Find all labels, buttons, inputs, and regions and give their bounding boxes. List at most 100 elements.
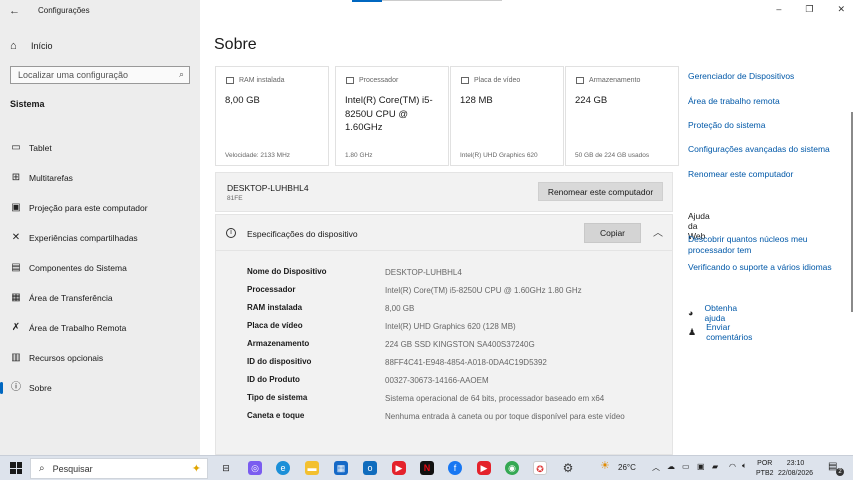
outlook-icon[interactable]: o [363,461,377,475]
link-remote-desktop[interactable]: Área de trabalho remota [688,96,780,106]
volume-icon[interactable]: 🔈︎ [742,461,747,471]
home-icon: ⌂ [10,40,17,52]
projection-icon: ▣ [11,202,21,213]
chevron-up-icon[interactable]: ︿ [652,462,660,473]
usb-icon[interactable]: ▭ [682,462,690,471]
start-button[interactable] [10,462,22,474]
card-ram: RAM instalada 8,00 GB Velocidade: 2133 M… [215,66,329,166]
sidebar-item-label: Área de Transferência [29,293,113,303]
sidebar-item-label: Componentes do Sistema [29,263,127,273]
folder-icon[interactable]: ▬ [305,461,319,475]
card-value: 128 MB [460,95,493,106]
sidebar-item-label: Área de Trabalho Remota [29,323,127,333]
link-device-manager[interactable]: Gerenciador de Dispositivos [688,71,794,81]
taskbar: ⌕ Pesquisar ✦ ⊟ ◎ e ▬ ▦ o ▶ N f ▶ ◉ ✪ ⚙ … [0,455,853,480]
link-cpu-cores-cont[interactable]: processador tem [688,245,751,255]
chrome-icon[interactable]: ◉ [505,461,519,475]
chevron-up-icon[interactable]: ︿ [653,224,663,239]
card-gpu: Placa de vídeo 128 MB Intel(R) UHD Graph… [450,66,564,166]
search-placeholder: Localizar uma configuração [18,70,129,80]
search-icon[interactable]: ⌕ [179,69,184,80]
weather-icon[interactable]: ☀ [600,459,610,472]
card-label: Processador [359,77,399,84]
time: 23:10 [786,460,805,467]
sidebar-item-projection[interactable]: ▣ Projeção para este computador [10,201,195,215]
cloud-icon[interactable]: ☁ [667,462,675,471]
get-help-link[interactable]: ◕ Obtenha ajuda [688,303,741,323]
sidebar-item-about[interactable]: ⓘ Sobre [0,381,195,395]
settings-search-input[interactable]: Localizar uma configuração ⌕ [10,66,190,84]
rename-computer-button[interactable]: Renomear este computador [538,182,663,201]
clock[interactable]: 23:10 22/08/2026 [778,459,813,479]
tablet-icon: ▭ [11,142,21,153]
card-sub: 50 GB de 224 GB usados [575,152,650,159]
minimize-icon[interactable]: – [776,4,781,15]
edge-icon[interactable]: e [276,461,290,475]
facebook-icon[interactable]: f [448,461,462,475]
sidebar-item-label: Recursos opcionais [29,353,104,363]
app-title: Configurações [38,6,90,15]
settings-gear-icon[interactable]: ⚙ [561,461,575,475]
window-controls: – ❐ ✕ [776,4,845,15]
main-panel: – ❐ ✕ Sobre RAM instalada 8,00 GB Veloci… [200,0,853,455]
link-advanced-settings[interactable]: Configurações avançadas do sistema [688,144,830,154]
maximize-icon[interactable]: ❐ [805,4,813,15]
sidebar-item-shared[interactable]: ✕ Experiências compartilhadas [10,231,195,245]
netflix-icon[interactable]: N [420,461,434,475]
battery-icon[interactable]: ▰ [712,462,718,471]
store-icon[interactable]: ▦ [334,461,348,475]
card-storage: Armazenamento 224 GB 50 GB de 224 GB usa… [565,66,679,166]
nav-home[interactable]: ⌂ Início [10,40,53,52]
link-cpu-cores[interactable]: Descobrir quantos núcleos meu [688,234,808,244]
spec-row: Nome do Dispositivo DESKTOP-LUHBHL4 [247,267,462,277]
card-label: Armazenamento [589,77,641,84]
sidebar-item-label: Experiências compartilhadas [29,233,138,243]
spec-row: Caneta e toque Nenhuma entrada à caneta o… [247,411,625,421]
help-icon: ◕ [688,308,694,318]
weather-temp[interactable]: 26°C [618,463,636,472]
device-name: DESKTOP-LUHBHL4 [227,183,309,193]
link-system-protection[interactable]: Proteção do sistema [688,120,765,130]
taskbar-search[interactable]: ⌕ Pesquisar ✦ [30,458,208,479]
app-tray-icon[interactable]: ▣ [697,462,705,471]
close-icon[interactable]: ✕ [837,4,845,15]
wifi-icon[interactable]: ◠ [729,462,736,471]
link-rename-computer[interactable]: Renomear este computador [688,169,793,179]
gpu-icon [461,77,469,84]
cpu-icon [346,77,354,84]
device-specs-header[interactable]: i Especificações do dispositivo Copiar ︿ [216,215,672,251]
sidebar-item-tablet[interactable]: ▭ Tablet [10,141,195,155]
sidebar-item-remote[interactable]: ✗ Área de Trabalho Remota [10,321,195,335]
spec-row: Armazenamento 224 GB SSD KINGSTON SA400S3… [247,339,535,349]
app-icon[interactable]: ✪ [533,461,547,475]
spec-row: RAM instalada 8,00 GB [247,303,415,313]
task-view-icon[interactable]: ⊟ [219,461,233,475]
clipboard-icon: ▦ [11,292,21,303]
sidebar-item-components[interactable]: ▤ Componentes do Sistema [10,261,195,275]
back-arrow-icon[interactable]: ← [9,5,20,17]
notification-badge: 2 [836,468,844,476]
shared-icon: ✕ [11,232,21,243]
youtube-icon[interactable]: ▶ [392,461,406,475]
sidebar-item-multitask[interactable]: ⊞ Multitarefas [10,171,195,185]
date: 22/08/2026 [778,470,814,477]
device-specs-title: Especificações do dispositivo [247,229,358,239]
feedback-icon: ♟ [688,326,697,337]
sidebar-item-label: Multitarefas [29,173,73,183]
link-language-support[interactable]: Verificando o suporte a vários idiomas [688,262,832,272]
sidebar-item-optional[interactable]: ▥ Recursos opcionais [10,351,195,365]
feedback-link[interactable]: ♟ Enviar comentários [688,322,754,342]
card-processor: Processador Intel(R) Core(TM) i5-8250U C… [335,66,449,166]
card-value: Intel(R) Core(TM) i5-8250U CPU @ 1.60GHz [345,95,433,133]
language-indicator[interactable]: POR PTB2 [756,459,774,479]
card-sub: 1.80 GHz [345,152,373,159]
sidebar: ← Configurações ⌂ Início Localizar uma c… [0,0,200,455]
page-title: Sobre [214,36,257,53]
components-icon: ▤ [11,262,21,273]
card-sub: Velocidade: 2133 MHz [225,152,291,159]
copy-button[interactable]: Copiar [584,223,641,243]
youtube-icon[interactable]: ▶ [477,461,491,475]
copilot-icon[interactable]: ◎ [248,461,262,475]
search-icon: ⌕ [39,463,45,474]
sidebar-item-clipboard[interactable]: ▦ Área de Transferência [10,291,195,305]
